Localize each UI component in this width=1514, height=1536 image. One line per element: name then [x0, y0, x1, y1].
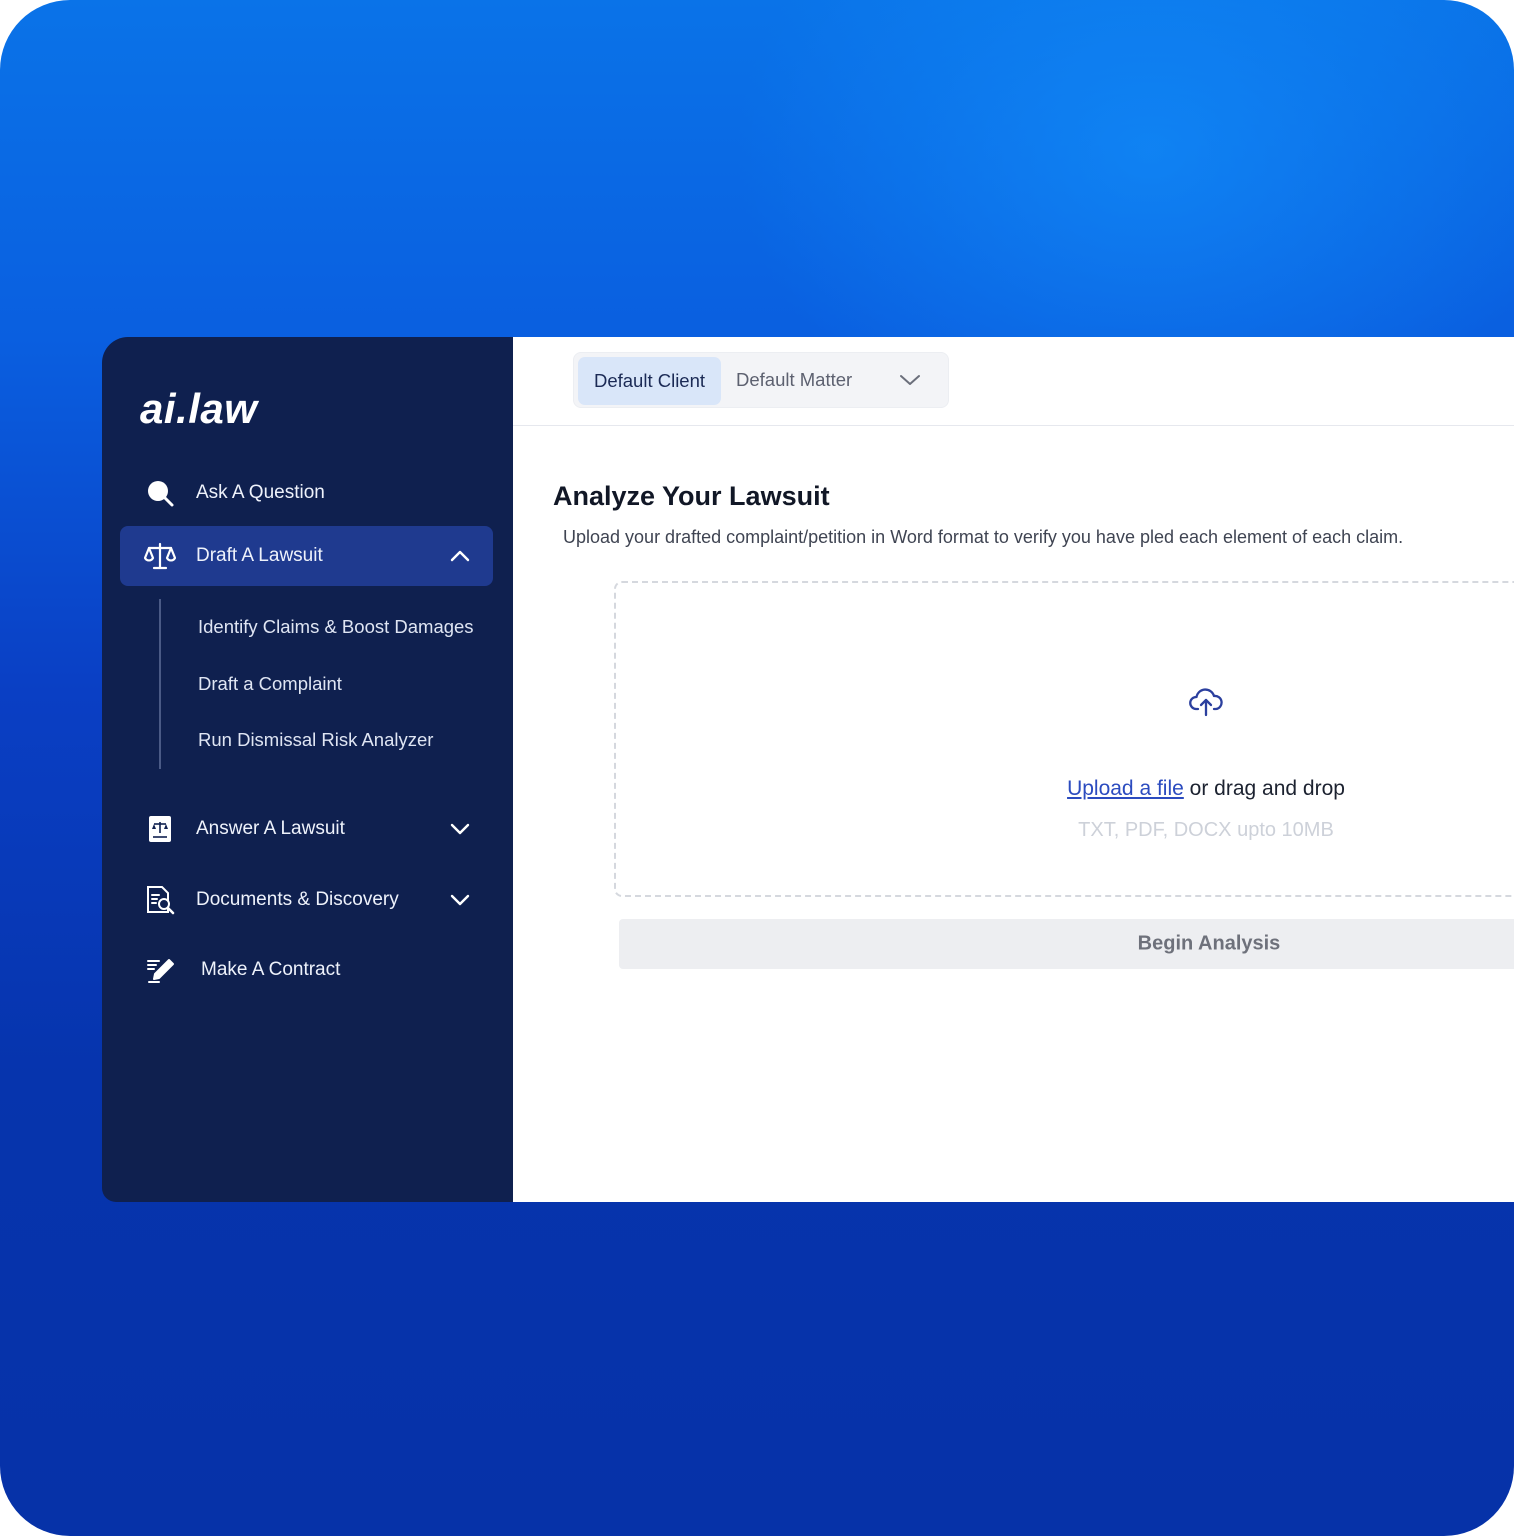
submenu-item-draft-complaint[interactable]: Draft a Complaint	[198, 673, 342, 695]
legal-document-icon	[144, 813, 176, 845]
matter-selector[interactable]: Default Matter	[736, 369, 852, 391]
page-title: Analyze Your Lawsuit	[553, 481, 830, 511]
submenu-item-dismissal-risk-analyzer[interactable]: Run Dismissal Risk Analyzer	[198, 729, 433, 751]
search-icon	[144, 477, 176, 509]
sidebar-item-make-a-contract[interactable]: Make A Contract	[120, 940, 493, 1000]
drag-drop-text: or drag and drop	[1183, 777, 1345, 800]
page-subtitle: Upload your drafted complaint/petition i…	[563, 527, 1404, 547]
sidebar: ai.law Ask A Question Draft A Lawsuit Id…	[102, 337, 513, 1202]
file-dropzone[interactable]: Upload a file or drag and drop TXT, PDF,…	[614, 581, 1514, 897]
main-content: Default Client Default Matter Analyze Yo…	[513, 337, 1514, 1202]
cloud-upload-icon	[1188, 685, 1224, 721]
sidebar-item-answer-a-lawsuit[interactable]: Answer A Lawsuit	[120, 799, 493, 859]
submenu-item-identify-claims[interactable]: Identify Claims & Boost Damages	[198, 616, 474, 638]
scale-icon	[144, 540, 176, 572]
client-matter-selector[interactable]: Default Client Default Matter	[573, 352, 949, 408]
app-logo[interactable]: ai.law	[140, 385, 257, 433]
background-frame: ai.law Ask A Question Draft A Lawsuit Id…	[0, 0, 1514, 1536]
sidebar-item-ask-a-question[interactable]: Ask A Question	[120, 463, 493, 523]
sidebar-item-label: Documents & Discovery	[196, 889, 399, 910]
upload-instruction: Upload a file or drag and drop	[616, 777, 1514, 801]
chevron-down-icon[interactable]	[898, 368, 922, 392]
top-bar: Default Client Default Matter	[513, 337, 1514, 426]
app-window: ai.law Ask A Question Draft A Lawsuit Id…	[102, 337, 1514, 1202]
sidebar-item-label: Make A Contract	[201, 959, 341, 980]
sidebar-item-documents-discovery[interactable]: Documents & Discovery	[120, 870, 493, 930]
sidebar-item-label: Ask A Question	[196, 482, 325, 503]
upload-file-link[interactable]: Upload a file	[1067, 777, 1184, 800]
contract-pen-icon	[144, 954, 176, 986]
begin-analysis-label: Begin Analysis	[1137, 932, 1281, 955]
sidebar-item-draft-a-lawsuit[interactable]: Draft A Lawsuit	[120, 526, 493, 586]
sidebar-item-label: Answer A Lawsuit	[196, 818, 345, 839]
document-search-icon	[144, 884, 176, 916]
sidebar-item-label: Draft A Lawsuit	[196, 545, 323, 566]
upload-file-hint: TXT, PDF, DOCX upto 10MB	[1078, 819, 1334, 841]
chevron-up-icon[interactable]	[449, 545, 471, 567]
begin-analysis-button[interactable]: Begin Analysis	[619, 919, 1514, 969]
chevron-down-icon[interactable]	[449, 889, 471, 911]
chevron-down-icon[interactable]	[449, 818, 471, 840]
submenu-guide-line	[159, 599, 161, 769]
client-selector[interactable]: Default Client	[578, 357, 721, 405]
